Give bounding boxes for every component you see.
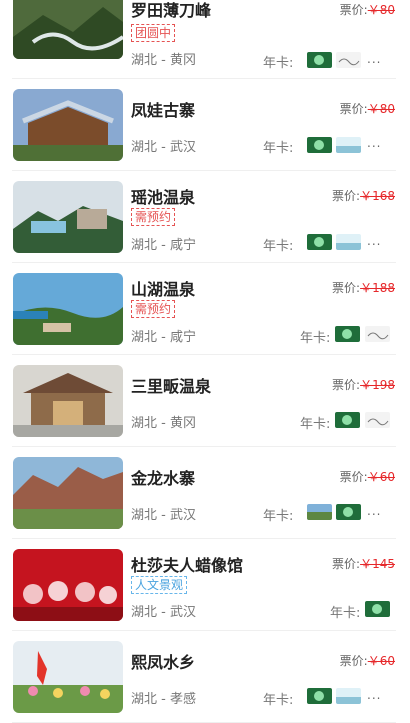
blue-card-icon (336, 234, 361, 250)
green-card-icon (307, 234, 332, 250)
scenic-photo (13, 0, 123, 59)
list-item[interactable]: 三里畈温泉 票价:￥198 湖北 - 黄冈 年卡: (12, 355, 396, 447)
status-tag: 需预约 (131, 300, 176, 318)
scenic-photo (13, 457, 123, 529)
ticket-price: 票价:￥80 (339, 3, 395, 17)
ticket-price: 票价:￥80 (339, 102, 395, 116)
location: 湖北 - 咸宁 (131, 238, 196, 253)
ticket-price: 票价:￥60 (339, 470, 395, 484)
more-icon[interactable]: ... (367, 136, 381, 150)
list-item[interactable]: 瑶池温泉 票价:￥168 需预约 湖北 - 咸宁 年卡: ... (12, 171, 396, 263)
green-card-icon (307, 52, 332, 68)
scenic-name: 杜莎夫人蜡像馆 (131, 556, 244, 575)
white-card-icon (365, 412, 390, 428)
scenic-name: 三里畈温泉 (131, 377, 212, 396)
green-card-icon (335, 412, 360, 428)
ticket-price: 票价:￥168 (332, 189, 395, 203)
scenic-name: 罗田薄刀峰 (131, 1, 212, 20)
annual-card-label: 年卡: (263, 56, 294, 71)
white-card-icon (336, 52, 361, 68)
location: 湖北 - 武汉 (131, 508, 196, 523)
status-tag: 团圆中 (131, 24, 176, 42)
green-card-icon (307, 688, 332, 704)
scenic-photo (13, 181, 123, 253)
green-card-icon (307, 137, 332, 153)
scenic-photo (13, 641, 123, 713)
more-icon[interactable]: ... (367, 52, 381, 66)
location: 湖北 - 武汉 (131, 140, 196, 155)
scenic-photo (13, 549, 123, 621)
annual-card-label: 年卡: (263, 693, 294, 708)
scenic-name: 凤娃古寨 (131, 101, 196, 120)
scenic-name: 山湖温泉 (131, 280, 196, 299)
ticket-price: 票价:￥145 (332, 557, 395, 571)
location: 湖北 - 孝感 (131, 692, 196, 707)
scenic-photo (13, 273, 123, 345)
location: 湖北 - 黄冈 (131, 53, 196, 68)
ticket-price: 票价:￥60 (339, 654, 395, 668)
location: 湖北 - 咸宁 (131, 330, 196, 345)
list-item[interactable]: 山湖温泉 票价:￥188 需预约 湖北 - 咸宁 年卡: (12, 263, 396, 355)
green-card-icon (336, 504, 361, 520)
annual-card-label: 年卡: (300, 331, 331, 346)
list-item[interactable]: 金龙水寨 票价:￥60 湖北 - 武汉 年卡: ... (12, 447, 396, 539)
scenic-name: 金龙水寨 (131, 469, 196, 488)
more-icon[interactable]: ... (367, 504, 381, 518)
scenic-name: 熙凤水乡 (131, 653, 196, 672)
ticket-price: 票价:￥198 (332, 378, 395, 392)
status-tag: 需预约 (131, 208, 176, 226)
category-tag: 人文景观 (131, 576, 188, 594)
list-item[interactable]: 熙凤水乡 票价:￥60 湖北 - 孝感 年卡: ... (12, 631, 396, 723)
blue-card-icon (336, 137, 361, 153)
annual-card-label: 年卡: (263, 509, 294, 524)
list-item[interactable]: 罗田薄刀峰 票价:￥80 团圆中 湖北 - 黄冈 年卡: ... (12, 0, 396, 79)
list-item[interactable]: 凤娃古寨 票价:￥80 湖北 - 武汉 年卡: ... (12, 79, 396, 171)
annual-card-label: 年卡: (330, 606, 361, 621)
location: 湖北 - 黄冈 (131, 416, 196, 431)
more-icon[interactable]: ... (367, 234, 381, 248)
location: 湖北 - 武汉 (131, 605, 196, 620)
scenic-name: 瑶池温泉 (131, 188, 196, 207)
more-icon[interactable]: ... (367, 688, 381, 702)
blue-card-icon (336, 688, 361, 704)
green-card-icon (365, 601, 390, 617)
landscape-card-icon (307, 504, 332, 520)
ticket-price: 票价:￥188 (332, 281, 395, 295)
green-card-icon (335, 326, 360, 342)
scenic-photo (13, 89, 123, 161)
annual-card-label: 年卡: (300, 417, 331, 432)
scenic-photo (13, 365, 123, 437)
white-card-icon (365, 326, 390, 342)
list-item[interactable]: 杜莎夫人蜡像馆 票价:￥145 人文景观 湖北 - 武汉 年卡: (12, 539, 396, 631)
annual-card-label: 年卡: (263, 141, 294, 156)
annual-card-label: 年卡: (263, 239, 294, 254)
